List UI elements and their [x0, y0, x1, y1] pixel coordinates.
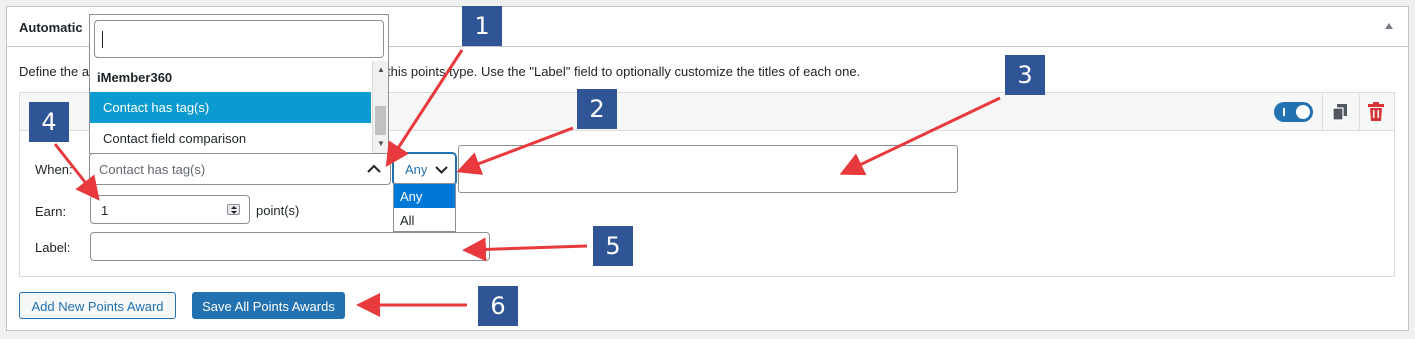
arrow-5 [462, 237, 588, 262]
callout-arrows [53, 49, 1001, 317]
arrow-3 [839, 96, 1001, 176]
arrow-2 [456, 126, 574, 175]
arrow-1 [385, 49, 464, 168]
arrow-4 [53, 143, 100, 201]
